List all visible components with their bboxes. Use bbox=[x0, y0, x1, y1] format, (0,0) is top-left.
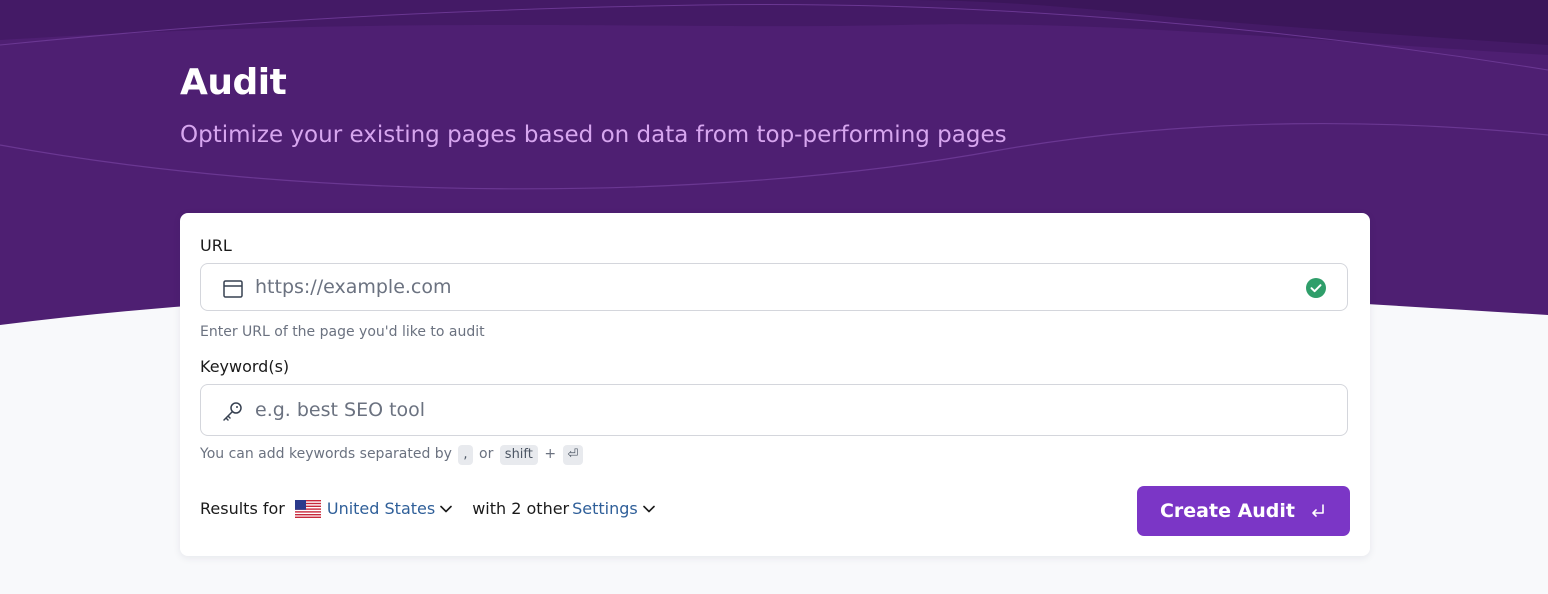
plus-text: + bbox=[544, 446, 557, 462]
results-prefix: Results for bbox=[200, 499, 285, 518]
results-options: Results for United States with 2 other S… bbox=[200, 499, 657, 518]
browser-window-icon bbox=[223, 280, 243, 298]
url-help-text: Enter URL of the page you'd like to audi… bbox=[200, 324, 485, 340]
keywords-field[interactable] bbox=[200, 384, 1348, 436]
key-icon bbox=[223, 402, 242, 421]
page-subtitle: Optimize your existing pages based on da… bbox=[180, 122, 1007, 148]
page-title: Audit bbox=[180, 62, 287, 103]
keywords-help-text: You can add keywords separated by , or s… bbox=[200, 445, 585, 465]
or-text: or bbox=[479, 446, 494, 462]
results-middle-text: with 2 other bbox=[472, 499, 570, 518]
create-audit-label: Create Audit bbox=[1159, 500, 1296, 522]
create-audit-button[interactable]: Create Audit bbox=[1137, 486, 1350, 536]
audit-form-card: URL Enter URL of the page you'd like to … bbox=[180, 213, 1370, 556]
url-input[interactable] bbox=[255, 264, 1295, 310]
keywords-label: Keyword(s) bbox=[200, 357, 290, 376]
enter-key: ⏎ bbox=[562, 445, 584, 465]
settings-label: Settings bbox=[572, 499, 638, 518]
us-flag-icon bbox=[294, 499, 321, 518]
url-label: URL bbox=[200, 236, 232, 255]
chevron-down-icon[interactable] bbox=[641, 501, 657, 517]
url-field[interactable] bbox=[200, 263, 1348, 311]
check-circle-icon bbox=[1306, 278, 1326, 298]
keywords-help-prefix: You can add keywords separated by bbox=[200, 446, 452, 462]
settings-selector[interactable]: Settings bbox=[572, 499, 638, 518]
chevron-down-icon[interactable] bbox=[438, 501, 454, 517]
country-name: United States bbox=[326, 499, 436, 518]
shift-key: shift bbox=[499, 445, 538, 465]
keywords-input[interactable] bbox=[255, 385, 1295, 435]
enter-icon bbox=[1312, 504, 1324, 517]
country-selector[interactable]: United States bbox=[327, 499, 435, 518]
comma-key: , bbox=[458, 445, 473, 465]
